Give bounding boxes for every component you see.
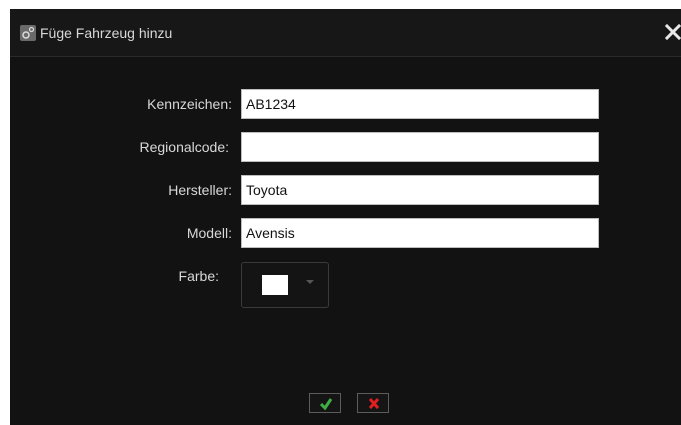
regional-code-field[interactable] (241, 132, 599, 162)
color-swatch (262, 275, 288, 295)
confirm-button[interactable] (309, 393, 341, 413)
checkmark-icon (319, 398, 333, 411)
manufacturer-field[interactable] (241, 175, 599, 205)
regional-code-label: Regionalcode: (139, 139, 229, 155)
settings-icon (20, 25, 36, 41)
manufacturer-label: Hersteller: (168, 182, 232, 198)
model-field[interactable] (241, 218, 599, 248)
add-vehicle-dialog: Füge Fahrzeug hinzu Kennzeichen: Regiona… (10, 9, 681, 425)
cross-icon (368, 398, 380, 409)
color-picker[interactable] (241, 262, 329, 308)
license-plate-field[interactable] (241, 89, 599, 119)
cancel-button[interactable] (357, 393, 389, 413)
close-icon[interactable] (664, 23, 681, 41)
dialog-titlebar: Füge Fahrzeug hinzu (10, 9, 681, 57)
license-plate-label: Kennzeichen: (147, 96, 232, 112)
model-label: Modell: (186, 225, 232, 241)
dialog-title: Füge Fahrzeug hinzu (40, 25, 173, 41)
chevron-down-icon (306, 280, 314, 284)
color-label: Farbe: (178, 268, 219, 284)
